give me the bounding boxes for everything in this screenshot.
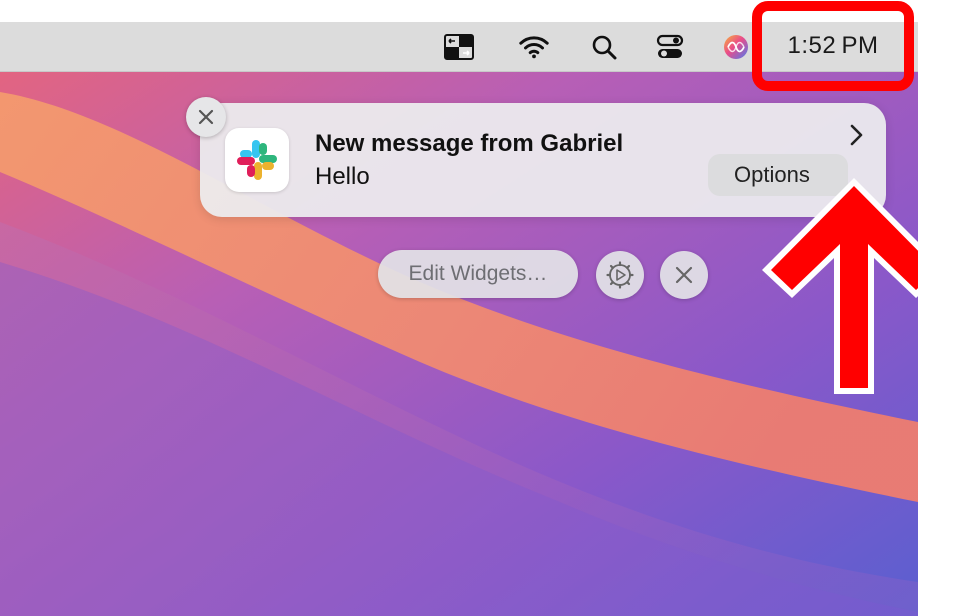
slack-icon <box>225 128 289 192</box>
control-center-icon[interactable] <box>654 33 686 61</box>
edit-widgets-button[interactable]: Edit Widgets… <box>378 250 578 298</box>
window-switcher-icon[interactable] <box>443 33 475 61</box>
chevron-right-icon[interactable] <box>846 121 868 149</box>
close-icon <box>198 109 214 125</box>
notification-close-button[interactable] <box>186 97 226 137</box>
menu-bar-clock[interactable]: 1:52 PM <box>776 25 890 67</box>
notification-title: New message from Gabriel <box>315 130 624 157</box>
clock-highlight: 1:52 PM <box>752 1 914 91</box>
annotation-arrow-icon <box>762 178 918 394</box>
notification-body: Hello <box>315 163 370 190</box>
gear-play-icon <box>606 261 634 289</box>
siri-icon[interactable] <box>720 33 752 61</box>
wifi-icon[interactable] <box>518 33 550 61</box>
desktop: New message from Gabriel Hello Options E… <box>0 22 918 616</box>
close-icon <box>675 266 693 284</box>
clock-text: 1:52 PM <box>787 32 879 59</box>
widget-settings-button[interactable] <box>596 251 644 299</box>
spotlight-search-icon[interactable] <box>588 33 620 61</box>
close-widgets-button[interactable] <box>660 251 708 299</box>
